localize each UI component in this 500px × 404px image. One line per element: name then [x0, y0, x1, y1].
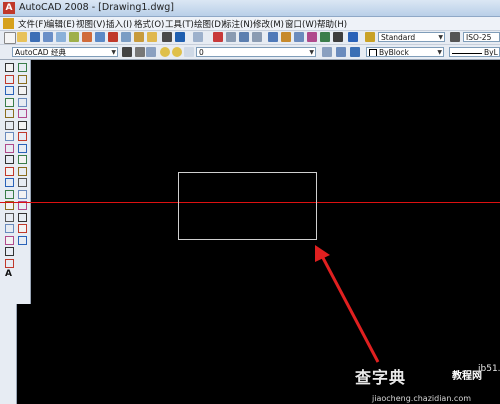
arrow-shaft — [320, 255, 380, 363]
watermark-site: jb51.net — [478, 364, 500, 374]
annotation-arrow — [315, 245, 380, 363]
watermark-url: jiaocheng.chazidian.com — [372, 394, 472, 403]
watermark-title: 查字典 — [355, 368, 407, 387]
